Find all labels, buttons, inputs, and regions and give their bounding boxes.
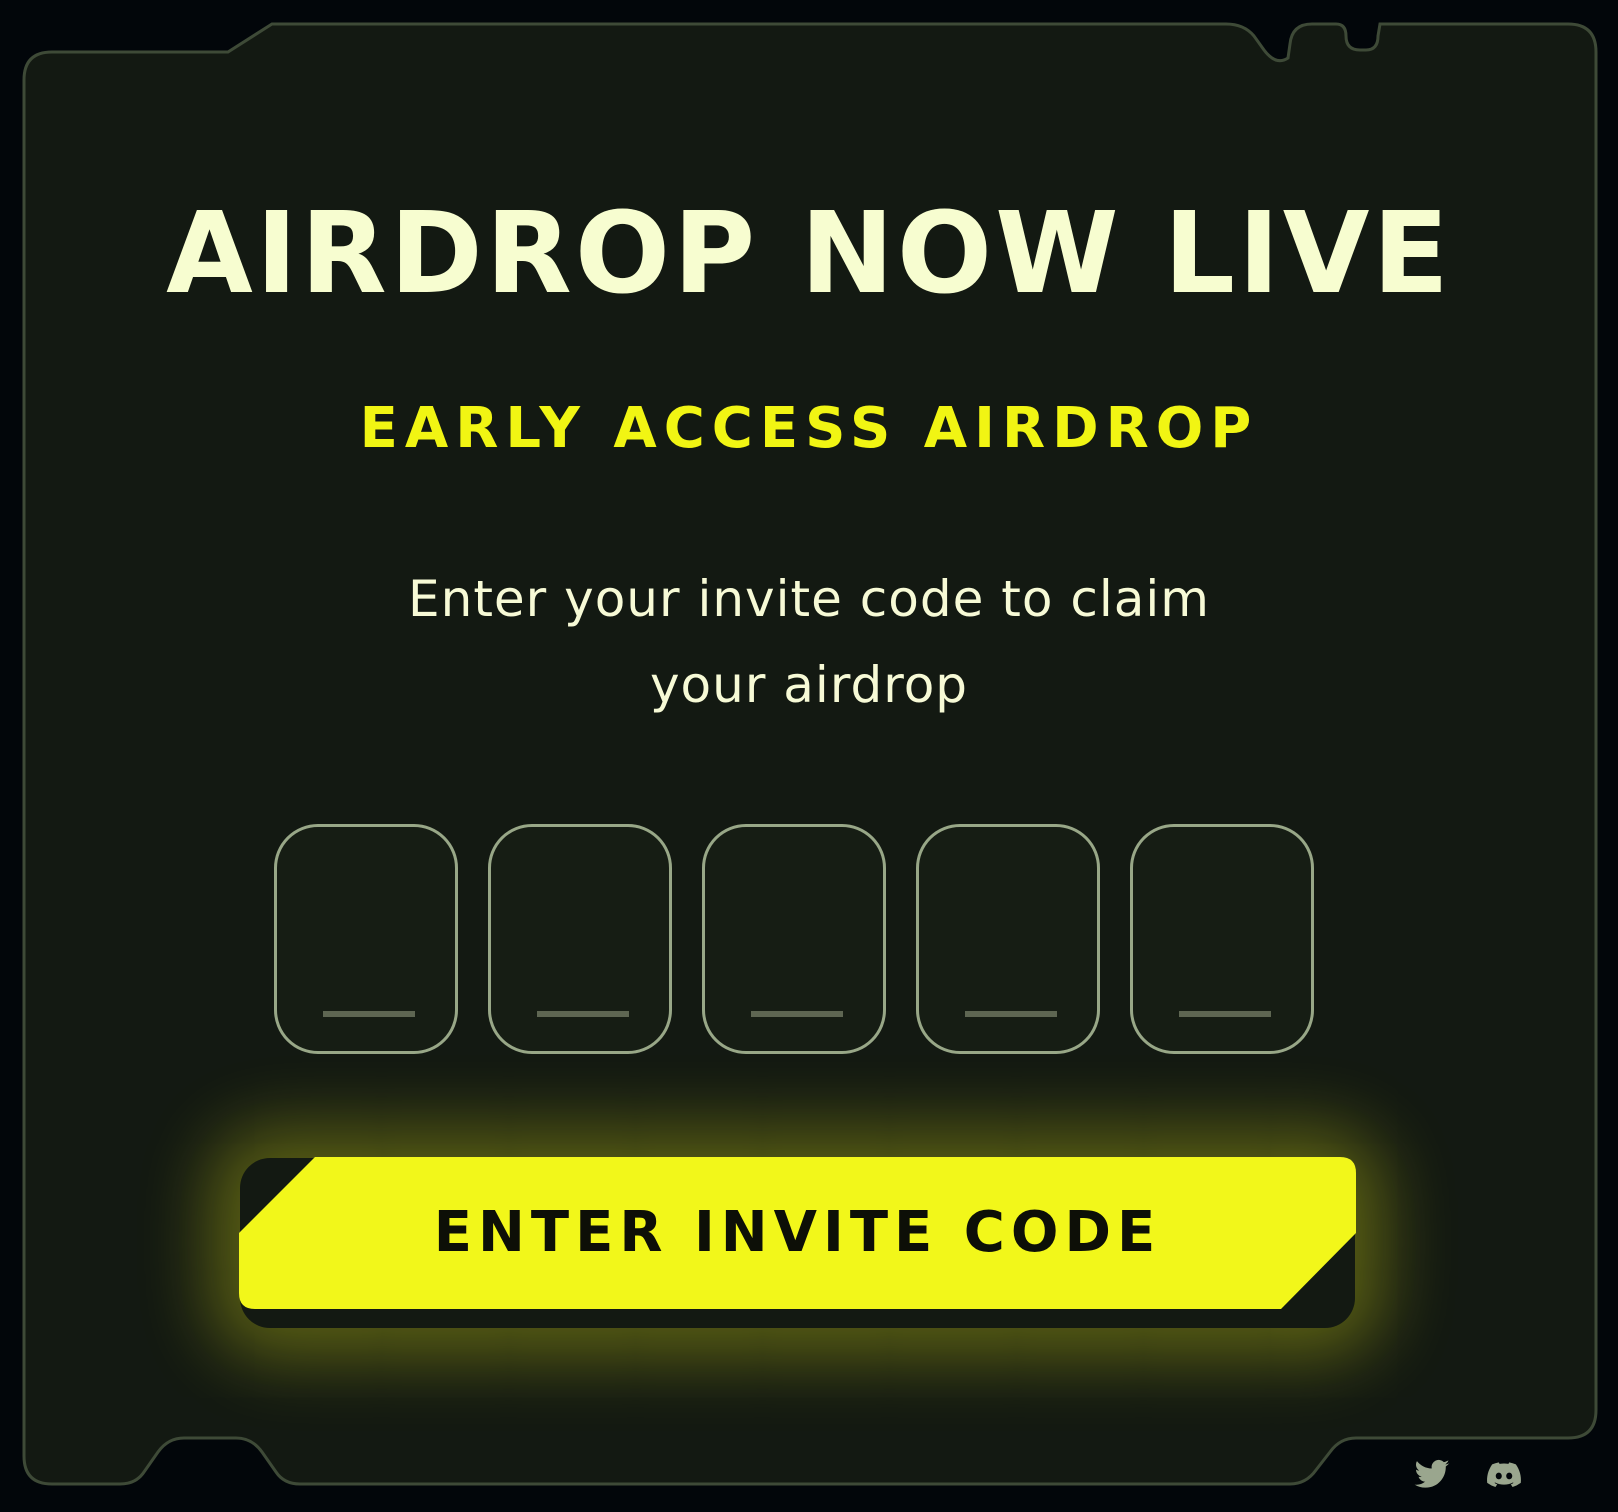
invite-code-digit-2[interactable] [488,824,672,1054]
instructions-text: Enter your invite code to claim your air… [354,556,1264,728]
invite-code-digit-3[interactable] [702,824,886,1054]
invite-code-digit-5[interactable] [1130,824,1314,1054]
cta-button-label: ENTER INVITE CODE [433,1200,1162,1265]
discord-link[interactable] [1484,1455,1524,1495]
digit-underline [1179,1011,1271,1017]
digit-underline [751,1011,843,1017]
discord-icon [1487,1462,1521,1488]
digit-underline [323,1011,415,1017]
page-title: AIRDROP NOW LIVE [166,189,1452,319]
invite-code-digit-1[interactable] [274,824,458,1054]
twitter-icon [1414,1459,1450,1488]
instructions-line-2: your airdrop [649,656,969,714]
twitter-link[interactable] [1412,1455,1452,1495]
enter-invite-code-button[interactable]: ENTER INVITE CODE [239,1157,1356,1309]
page-subtitle: EARLY ACCESS AIRDROP [359,396,1259,461]
invite-code-digit-4[interactable] [916,824,1100,1054]
invite-code-inputs [274,824,1374,1060]
instructions-line-1: Enter your invite code to claim [408,570,1210,628]
digit-underline [537,1011,629,1017]
digit-underline [965,1011,1057,1017]
